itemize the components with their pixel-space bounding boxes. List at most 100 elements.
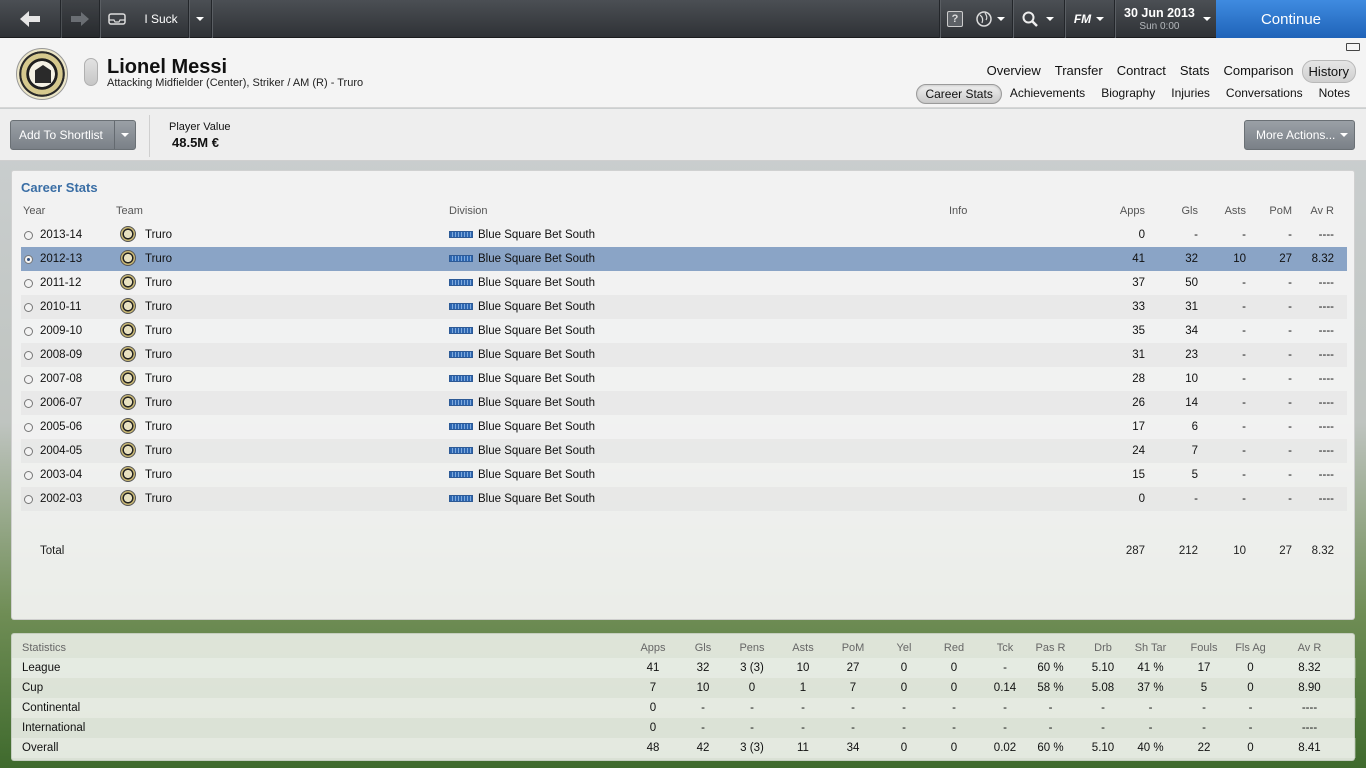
- search-menu-button[interactable]: [1013, 0, 1063, 38]
- col-apps[interactable]: Apps: [1102, 205, 1145, 217]
- continue-button[interactable]: Continue: [1216, 0, 1366, 38]
- table-row[interactable]: 2004-05 Truro Blue Square Bet South 24 7- - --…: [21, 439, 1347, 463]
- player-switch-stepper[interactable]: [84, 58, 98, 86]
- inbox-icon-button[interactable]: [100, 0, 134, 38]
- row-team[interactable]: Truro: [145, 253, 172, 265]
- row-radio-icon[interactable]: [24, 303, 33, 312]
- row-division[interactable]: Blue Square Bet South: [478, 229, 595, 241]
- row-division[interactable]: Blue Square Bet South: [478, 493, 595, 505]
- table-row[interactable]: 2010-11 Truro Blue Square Bet South 33 31- - -…: [21, 295, 1347, 319]
- table-row[interactable]: 2008-09 Truro Blue Square Bet South 31 23- - -…: [21, 343, 1347, 367]
- stat-col-header[interactable]: Av R: [1287, 642, 1332, 654]
- table-row[interactable]: 2011-12 Truro Blue Square Bet South 37 50- - -…: [21, 271, 1347, 295]
- date-dropdown[interactable]: [1199, 0, 1215, 38]
- row-radio-icon[interactable]: [24, 495, 33, 504]
- row-team[interactable]: Truro: [145, 445, 172, 457]
- col-pom[interactable]: PoM: [1257, 205, 1292, 217]
- row-radio-icon[interactable]: [24, 327, 33, 336]
- row-team[interactable]: Truro: [145, 229, 172, 241]
- tab-overview[interactable]: Overview: [981, 60, 1047, 83]
- row-radio-icon[interactable]: [24, 423, 33, 432]
- row-team[interactable]: Truro: [145, 277, 172, 289]
- subtab-conversations[interactable]: Conversations: [1218, 84, 1311, 104]
- user-menu-dropdown[interactable]: [189, 0, 211, 38]
- stat-col-header[interactable]: Fouls: [1184, 642, 1224, 654]
- row-radio-icon[interactable]: [24, 471, 33, 480]
- row-pom: -: [1288, 421, 1292, 433]
- row-division[interactable]: Blue Square Bet South: [478, 469, 595, 481]
- tab-transfer[interactable]: Transfer: [1049, 60, 1109, 83]
- forward-button[interactable]: [61, 0, 99, 38]
- fm-menu-button[interactable]: FM: [1065, 0, 1113, 38]
- stat-col-header[interactable]: Yel: [884, 642, 924, 654]
- row-division[interactable]: Blue Square Bet South: [478, 253, 595, 265]
- more-actions-button[interactable]: More Actions...: [1244, 120, 1355, 150]
- row-radio-icon[interactable]: [24, 375, 33, 384]
- stat-col-header[interactable]: Asts: [783, 642, 823, 654]
- table-row[interactable]: 2006-07 Truro Blue Square Bet South 26 14- - -…: [21, 391, 1347, 415]
- chevron-down-icon[interactable]: [115, 133, 135, 137]
- col-asts[interactable]: Asts: [1212, 205, 1246, 217]
- stat-col-header[interactable]: Pens: [732, 642, 772, 654]
- row-division[interactable]: Blue Square Bet South: [478, 325, 595, 337]
- col-avr[interactable]: Av R: [1302, 205, 1334, 217]
- row-division[interactable]: Blue Square Bet South: [478, 301, 595, 313]
- table-row[interactable]: 2005-06 Truro Blue Square Bet South 17 6- - --…: [21, 415, 1347, 439]
- stat-col-header[interactable]: PoM: [833, 642, 873, 654]
- subtab-injuries[interactable]: Injuries: [1163, 84, 1218, 104]
- stat-col-header[interactable]: Red: [934, 642, 974, 654]
- stat-col-header[interactable]: Pas R: [1028, 642, 1073, 654]
- row-radio-icon[interactable]: [24, 231, 33, 240]
- row-radio-icon[interactable]: [24, 279, 33, 288]
- world-menu-button[interactable]: [970, 0, 1010, 38]
- tab-stats[interactable]: Stats: [1174, 60, 1216, 83]
- col-year[interactable]: Year: [23, 205, 45, 217]
- stat-col-header[interactable]: Fls Ag: [1228, 642, 1273, 654]
- row-division[interactable]: Blue Square Bet South: [478, 349, 595, 361]
- row-team[interactable]: Truro: [145, 325, 172, 337]
- subtab-career-stats[interactable]: Career Stats: [916, 84, 1002, 104]
- stat-col-header[interactable]: Sh Tar: [1128, 642, 1173, 654]
- row-team[interactable]: Truro: [145, 397, 172, 409]
- subtab-biography[interactable]: Biography: [1093, 84, 1163, 104]
- tab-contract[interactable]: Contract: [1111, 60, 1172, 83]
- col-info[interactable]: Info: [949, 205, 967, 217]
- table-row[interactable]: 2007-08 Truro Blue Square Bet South 28 10- - -…: [21, 367, 1347, 391]
- row-team[interactable]: Truro: [145, 373, 172, 385]
- tab-comparison[interactable]: Comparison: [1217, 60, 1299, 83]
- row-division[interactable]: Blue Square Bet South: [478, 277, 595, 289]
- row-team[interactable]: Truro: [145, 301, 172, 313]
- row-team[interactable]: Truro: [145, 349, 172, 361]
- col-gls[interactable]: Gls: [1162, 205, 1199, 217]
- help-button[interactable]: ?: [940, 0, 970, 38]
- user-label[interactable]: I Suck: [134, 0, 188, 38]
- row-radio-icon[interactable]: [24, 447, 33, 456]
- row-radio-icon[interactable]: [24, 255, 33, 264]
- table-row[interactable]: 2003-04 Truro Blue Square Bet South 15 5- - --…: [21, 463, 1347, 487]
- stat-col-header[interactable]: Apps: [633, 642, 673, 654]
- table-row[interactable]: 2002-03 Truro Blue Square Bet South 0- - - ---…: [21, 487, 1347, 511]
- add-to-shortlist-button[interactable]: Add To Shortlist: [10, 120, 136, 150]
- table-row[interactable]: 2013-14 Truro Blue Square Bet South 0- - - ---…: [21, 223, 1347, 247]
- row-division[interactable]: Blue Square Bet South: [478, 397, 595, 409]
- subtab-achievements[interactable]: Achievements: [1002, 84, 1093, 104]
- col-team[interactable]: Team: [116, 205, 143, 217]
- col-division[interactable]: Division: [449, 205, 488, 217]
- row-team[interactable]: Truro: [145, 493, 172, 505]
- subtab-notes[interactable]: Notes: [1311, 84, 1358, 104]
- row-radio-icon[interactable]: [24, 399, 33, 408]
- table-row[interactable]: 2009-10 Truro Blue Square Bet South 35 34- - -…: [21, 319, 1347, 343]
- stat-col-header[interactable]: Drb: [1083, 642, 1123, 654]
- row-team[interactable]: Truro: [145, 421, 172, 433]
- back-button[interactable]: [0, 0, 60, 38]
- row-division[interactable]: Blue Square Bet South: [478, 445, 595, 457]
- table-row[interactable]: 2012-13 Truro Blue Square Bet South 41 32 10 2…: [21, 247, 1347, 271]
- game-date[interactable]: 30 Jun 2013 Sun 0:00: [1124, 6, 1195, 32]
- tab-history[interactable]: History: [1301, 60, 1356, 83]
- row-division[interactable]: Blue Square Bet South: [478, 373, 595, 385]
- row-radio-icon[interactable]: [24, 351, 33, 360]
- row-team[interactable]: Truro: [145, 469, 172, 481]
- row-division[interactable]: Blue Square Bet South: [478, 421, 595, 433]
- stat-col-header[interactable]: Gls: [683, 642, 723, 654]
- stat-col-header[interactable]: Tck: [985, 642, 1025, 654]
